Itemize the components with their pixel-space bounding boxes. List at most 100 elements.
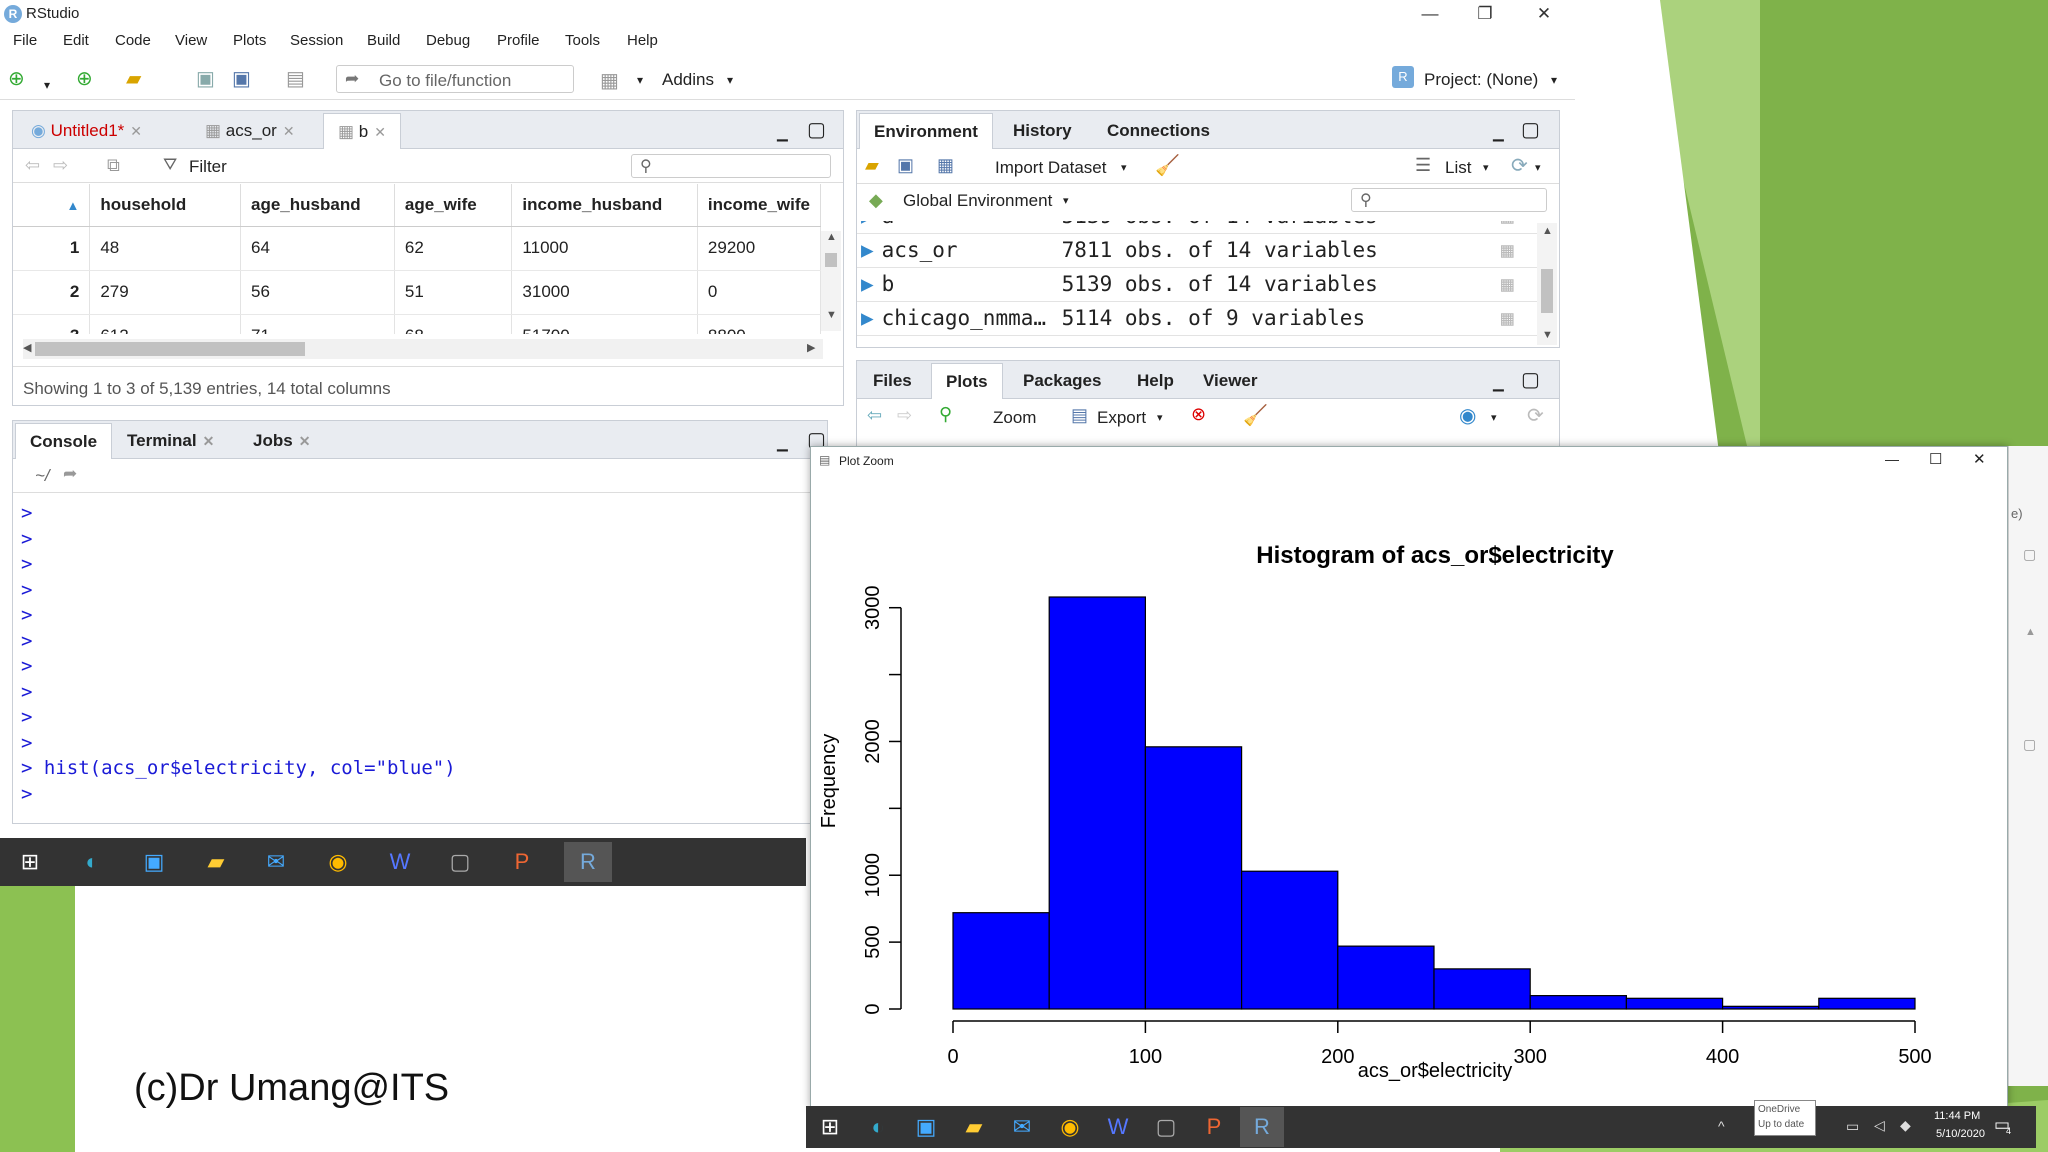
table-row[interactable]: 2 279 56 51 31000 0 [13, 270, 821, 315]
file-explorer-icon[interactable]: ▰ [196, 842, 236, 882]
console-output[interactable]: > > > > > > > > > > > hist(acs_or$electr… [21, 501, 821, 805]
file-explorer-icon[interactable]: ▰ [954, 1107, 994, 1147]
tab-untitled1[interactable]: ◉ Untitled1* ✕ [17, 113, 156, 149]
app-icon[interactable]: ▢ [440, 842, 480, 882]
menu-tools[interactable]: Tools [565, 32, 600, 49]
tab-help[interactable]: Help [1123, 363, 1188, 399]
maximize-button[interactable]: ☐ [1929, 450, 1942, 468]
list-view-menu[interactable]: List [1445, 158, 1471, 178]
close-tab-icon[interactable]: ✕ [374, 124, 386, 140]
export-chevron-icon[interactable]: ▾ [1157, 411, 1163, 424]
view-table-icon[interactable]: ▦ [1497, 267, 1537, 302]
export-button[interactable]: Export [1097, 408, 1146, 428]
expand-icon[interactable]: ▶ [857, 233, 878, 268]
import-dataset-icon[interactable]: ▦ [937, 155, 954, 176]
save-icon[interactable]: ▣ [196, 68, 215, 90]
new-file-icon[interactable]: ⊕ [8, 68, 25, 90]
column-header[interactable]: income_husband [511, 184, 698, 227]
windows-start-icon[interactable]: ⊞ [810, 1107, 850, 1147]
edge-icon[interactable]: ◐ [72, 842, 112, 882]
list-chevron-icon[interactable]: ▾ [1483, 161, 1489, 174]
broom-icon[interactable]: 🧹 [1243, 403, 1268, 428]
menu-build[interactable]: Build [367, 32, 400, 49]
forward-arrow-icon[interactable]: ⇨ [897, 405, 912, 426]
tab-connections[interactable]: Connections [1093, 113, 1224, 149]
column-header[interactable]: income_wife [697, 184, 821, 227]
close-button[interactable]: ✕ [1524, 2, 1564, 26]
view-table-icon[interactable]: ▦ [1497, 221, 1537, 234]
menu-edit[interactable]: Edit [63, 32, 89, 49]
scroll-down-icon[interactable]: ▼ [1542, 329, 1553, 341]
expand-icon[interactable]: ▶ [857, 301, 878, 336]
menu-view[interactable]: View [175, 32, 207, 49]
refresh-chevron-icon[interactable]: ▾ [1535, 161, 1541, 174]
grid-layout-icon[interactable]: ▦ [600, 68, 619, 93]
menu-file[interactable]: File [13, 32, 37, 49]
new-project-icon[interactable]: ⊕ [76, 68, 93, 90]
load-workspace-icon[interactable]: ▰ [865, 155, 879, 176]
minimize-button[interactable]: — [1885, 451, 1899, 467]
global-environment-dropdown[interactable]: Global Environment [903, 191, 1052, 211]
env-search-input[interactable]: ⚲ [1351, 188, 1547, 212]
dataviewer-search-input[interactable]: ⚲ [631, 154, 831, 178]
volume-icon[interactable]: ◁ [1874, 1117, 1885, 1134]
menu-debug[interactable]: Debug [426, 32, 470, 49]
back-arrow-icon[interactable]: ⇦ [25, 155, 40, 176]
scroll-down-icon[interactable]: ▼ [826, 309, 837, 321]
app-icon[interactable]: ▢ [1146, 1107, 1186, 1147]
scope-chevron-icon[interactable]: ▾ [1063, 194, 1069, 207]
menu-session[interactable]: Session [290, 32, 343, 49]
table-row[interactable]: 3 612 71 68 51700 8800 [13, 314, 821, 334]
clock-date[interactable]: 5/10/2020 [1936, 1128, 1985, 1140]
minimize-pane-icon[interactable]: ▁ [1493, 125, 1504, 142]
close-tab-icon[interactable]: ✕ [203, 433, 215, 449]
close-button[interactable]: ✕ [1973, 450, 1986, 468]
tab-jobs[interactable]: Jobs ✕ [239, 423, 324, 459]
store-icon[interactable]: ▣ [134, 842, 174, 882]
restore-button[interactable]: ❐ [1465, 2, 1505, 26]
tab-packages[interactable]: Packages [1009, 363, 1115, 399]
close-tab-icon[interactable]: ✕ [283, 123, 295, 139]
close-tab-icon[interactable]: ✕ [299, 433, 311, 449]
list-view-icon[interactable]: ☰ [1415, 155, 1431, 176]
layout-dropdown-icon[interactable]: ▾ [637, 73, 643, 87]
edge-icon[interactable]: ◐ [858, 1107, 898, 1147]
column-header[interactable]: age_husband [240, 184, 395, 227]
windows-start-icon[interactable]: ⊞ [10, 842, 50, 882]
menu-code[interactable]: Code [115, 32, 151, 49]
view-table-icon[interactable]: ▦ [1497, 233, 1537, 268]
mail-icon[interactable]: ✉ [1002, 1107, 1042, 1147]
broom-icon[interactable]: 🧹 [1155, 153, 1180, 178]
scroll-left-icon[interactable]: ◀ [23, 341, 31, 354]
close-tab-icon[interactable]: ✕ [130, 123, 142, 139]
menu-help[interactable]: Help [627, 32, 658, 49]
dropbox-icon[interactable]: ◆ [1900, 1117, 1911, 1134]
refresh-icon[interactable]: ⟳ [1527, 403, 1544, 428]
scroll-right-icon[interactable]: ▶ [807, 341, 815, 354]
forward-arrow-icon[interactable]: ⇨ [53, 155, 68, 176]
remove-plot-icon[interactable]: ⊗ [1191, 404, 1206, 425]
list-item[interactable]: ▶ acs_or 7811 obs. of 14 variables ▦ [857, 233, 1537, 268]
tab-environment[interactable]: Environment [859, 113, 993, 149]
goto-file-input[interactable]: ➦ Go to file/function [336, 65, 574, 93]
menu-profile[interactable]: Profile [497, 32, 540, 49]
column-header[interactable]: age_wife [394, 184, 513, 227]
tab-b[interactable]: ▦ b ✕ [323, 113, 401, 149]
rstudio-taskbar-icon[interactable]: R [1240, 1107, 1284, 1147]
sort-asc-icon[interactable]: ▲ [66, 198, 79, 213]
minimize-pane-icon[interactable]: ▁ [1493, 375, 1504, 392]
chrome-icon[interactable]: ◉ [318, 842, 358, 882]
console-prompt[interactable]: > [21, 782, 821, 808]
export-icon[interactable]: ▤ [1071, 405, 1088, 426]
vertical-scrollbar[interactable]: ▲ ▼ [821, 231, 841, 331]
minimize-pane-icon[interactable]: ▁ [777, 125, 788, 142]
list-item[interactable]: ▶ a 5139 obs. of 14 variables ▦ [857, 221, 1537, 234]
powerpoint-icon[interactable]: P [1194, 1107, 1234, 1147]
filter-button[interactable]: Filter [189, 157, 227, 177]
chevron-down-icon[interactable]: ▾ [44, 74, 50, 96]
tab-viewer[interactable]: Viewer [1189, 363, 1272, 399]
tab-acs-or[interactable]: ▦ acs_or ✕ [191, 113, 309, 149]
network-icon[interactable]: ▭ [1846, 1118, 1859, 1135]
tray-chevron-icon[interactable]: ^ [1718, 1118, 1725, 1134]
scroll-thumb[interactable] [825, 253, 837, 267]
